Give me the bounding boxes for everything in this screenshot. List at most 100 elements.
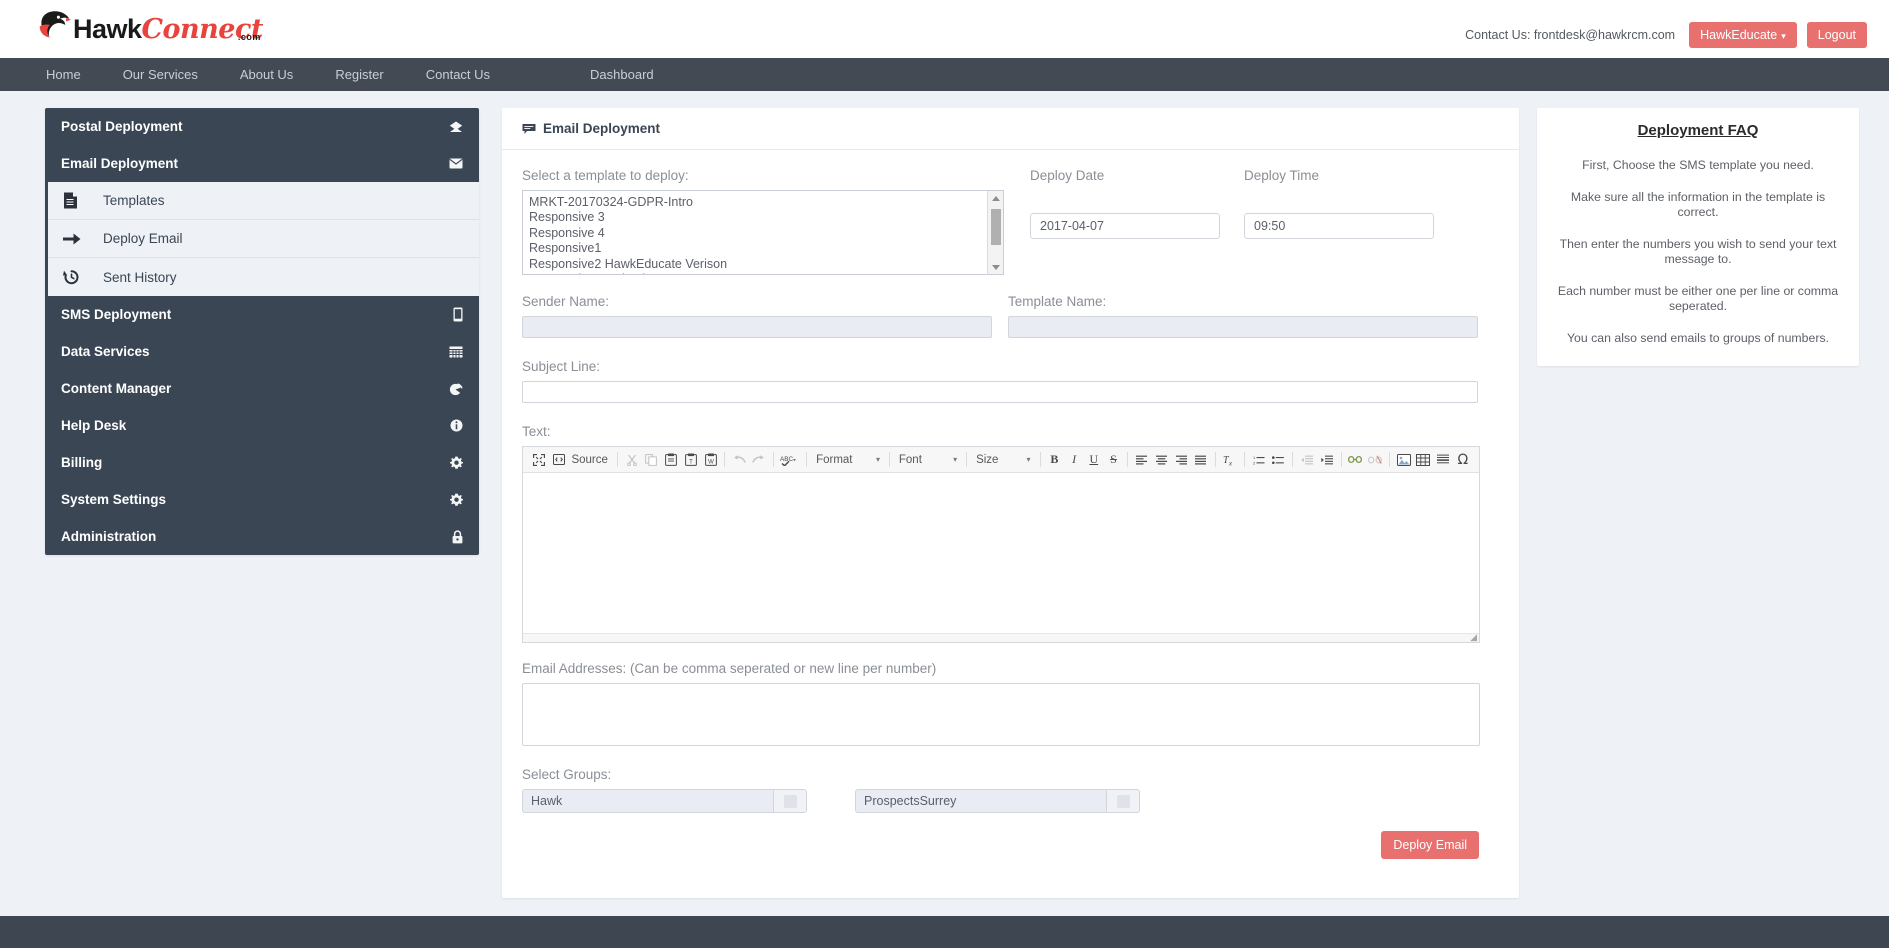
app-page: HawkConnect .com Contact Us: frontdesk@h… (0, 0, 1889, 948)
font-dropdown[interactable]: Font ▾ (894, 450, 962, 470)
schedule-column: Deploy Date Deploy Time (1012, 168, 1499, 275)
nav-item-about-us[interactable]: About Us (240, 67, 293, 82)
nav-item-home[interactable]: Home (46, 67, 81, 82)
template-listbox[interactable]: MRKT-20170324-GDPR-Intro Responsive 3 Resp… (522, 190, 1004, 275)
link-icon[interactable] (1346, 450, 1366, 470)
email-addresses-field: Email Addresses: (Can be comma seperated… (522, 661, 1499, 751)
sender-name-input[interactable] (522, 316, 992, 338)
submenu-accent-bar (45, 182, 48, 296)
sidebar-label-billing: Billing (61, 455, 103, 470)
template-option[interactable]: Responsive 3 (529, 210, 997, 225)
nav-item-our-services[interactable]: Our Services (123, 67, 198, 82)
logout-button[interactable]: Logout (1806, 22, 1867, 48)
deploy-email-button[interactable]: Deploy Email (1381, 831, 1479, 859)
remove-format-icon[interactable]: Tx (1220, 450, 1240, 470)
group-name-input[interactable] (855, 789, 1106, 813)
bold-icon[interactable]: B (1044, 450, 1064, 470)
horizontal-rule-icon[interactable] (1433, 450, 1453, 470)
site-logo[interactable]: HawkConnect .com (38, 4, 263, 54)
special-character-icon[interactable]: Ω (1453, 450, 1473, 470)
source-code-icon[interactable] (549, 450, 569, 470)
paste-text-icon[interactable]: T (681, 450, 701, 470)
group-input-prospectssurrey (855, 789, 1140, 813)
undo-icon[interactable] (729, 450, 749, 470)
table-icon[interactable] (1414, 450, 1434, 470)
strikethrough-icon[interactable]: S (1104, 450, 1124, 470)
editor-body[interactable] (523, 473, 1479, 633)
align-center-icon[interactable] (1152, 450, 1172, 470)
sidebar-item-content-manager[interactable]: Content Manager (45, 370, 479, 407)
template-option[interactable]: Responsive2 HawkEducate Verison (529, 257, 997, 272)
paste-from-word-icon[interactable]: W (701, 450, 721, 470)
email-addresses-label: Email Addresses: (Can be comma seperated… (522, 661, 937, 676)
panel-title: Email Deployment (543, 121, 661, 136)
sidebar-label-help-desk: Help Desk (61, 418, 127, 433)
numbered-list-icon[interactable]: 12 (1249, 450, 1269, 470)
copy-icon[interactable] (642, 450, 662, 470)
sidebar-label-templates: Templates (103, 193, 165, 208)
sidebar-item-sms-deployment[interactable]: SMS Deployment (45, 296, 479, 333)
deploy-time-input[interactable] (1244, 213, 1434, 239)
resize-grip-icon[interactable]: ◢ (1470, 633, 1477, 642)
template-option[interactable]: Responsive1 (529, 241, 997, 256)
sidebar-item-administration[interactable]: Administration (45, 518, 479, 555)
chevron-down-icon: ▾ (875, 455, 880, 464)
template-option[interactable]: MRKT-20170324-GDPR-Intro (529, 195, 997, 210)
bulleted-list-icon[interactable] (1268, 450, 1288, 470)
account-menu-button[interactable]: HawkEducate ▾ (1689, 22, 1797, 48)
scroll-down-arrow-icon[interactable] (988, 260, 1003, 274)
scroll-up-arrow-icon[interactable] (988, 191, 1003, 205)
redo-icon[interactable] (749, 450, 769, 470)
source-button[interactable]: Source (568, 450, 612, 470)
sidebar-item-email-deployment[interactable]: Email Deployment (45, 145, 479, 182)
cut-icon[interactable] (622, 450, 642, 470)
align-justify-icon[interactable] (1191, 450, 1211, 470)
contact-us-text: Contact Us: frontdesk@hawkrcm.com (1465, 28, 1676, 42)
nav-item-contact-us[interactable]: Contact Us (426, 67, 490, 82)
spellcheck-icon[interactable]: ABC (778, 450, 802, 470)
sidebar-item-data-services[interactable]: Data Services (45, 333, 479, 370)
maximize-icon[interactable] (529, 450, 549, 470)
sidebar-item-sent-history[interactable]: Sent History (45, 258, 479, 296)
page-footer (0, 916, 1889, 948)
group-name-input[interactable] (522, 789, 773, 813)
template-option[interactable]: Responsive3 revised (529, 272, 997, 274)
email-addresses-input[interactable] (522, 683, 1480, 746)
underline-icon[interactable]: U (1084, 450, 1104, 470)
sidebar-label-postal-deployment: Postal Deployment (61, 119, 183, 134)
svg-text:1: 1 (1253, 455, 1256, 460)
checkbox-icon (783, 794, 797, 808)
template-name-label: Template Name: (1008, 294, 1107, 309)
unlink-icon[interactable] (1365, 450, 1385, 470)
decrease-indent-icon[interactable] (1297, 450, 1317, 470)
deploy-date-input[interactable] (1030, 213, 1220, 239)
format-dropdown[interactable]: Format ▾ (811, 450, 885, 470)
group-checkbox[interactable] (1106, 789, 1140, 813)
template-option[interactable]: Responsive 4 (529, 226, 997, 241)
sidebar-item-templates[interactable]: Templates (45, 182, 479, 220)
group-checkbox[interactable] (773, 789, 807, 813)
increase-indent-icon[interactable] (1317, 450, 1337, 470)
template-listbox-scrollbar[interactable] (987, 191, 1003, 274)
sidebar-item-deploy-email[interactable]: Deploy Email (45, 220, 479, 258)
sidebar-label-content-manager: Content Manager (61, 381, 172, 396)
left-sidebar: Postal Deployment Email Deployment Templ… (45, 108, 479, 555)
template-name-input[interactable] (1008, 316, 1478, 338)
sidebar-item-billing[interactable]: Billing (45, 444, 479, 481)
nav-item-register[interactable]: Register (335, 67, 383, 82)
chevron-down-icon: ▾ (953, 455, 958, 464)
sidebar-item-system-settings[interactable]: System Settings (45, 481, 479, 518)
sidebar-item-postal-deployment[interactable]: Postal Deployment (45, 108, 479, 145)
sidebar-item-help-desk[interactable]: Help Desk (45, 407, 479, 444)
nav-item-dashboard[interactable]: Dashboard (590, 67, 654, 82)
image-icon[interactable] (1394, 450, 1414, 470)
align-right-icon[interactable] (1172, 450, 1192, 470)
scrollbar-thumb[interactable] (991, 209, 1001, 245)
italic-icon[interactable]: I (1064, 450, 1084, 470)
paste-icon[interactable] (661, 450, 681, 470)
align-left-icon[interactable] (1132, 450, 1152, 470)
size-dropdown[interactable]: Size ▾ (971, 450, 1035, 470)
subject-line-input[interactable] (522, 381, 1478, 403)
panel-header: Email Deployment (502, 108, 1519, 150)
sidebar-label-sent-history: Sent History (103, 269, 177, 285)
